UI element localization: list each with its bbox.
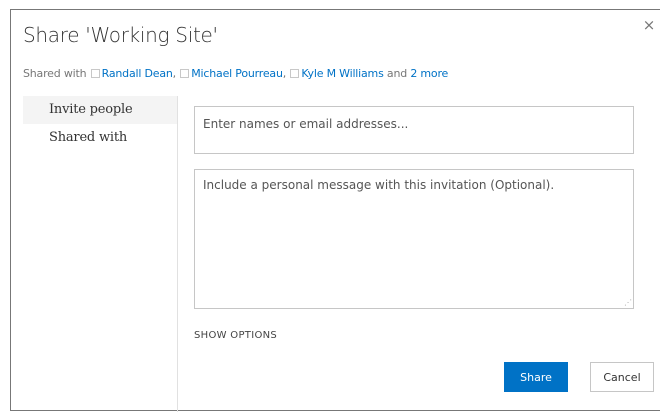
nav-item-shared-with[interactable]: Shared with (23, 124, 177, 152)
separator: , (282, 67, 287, 80)
shared-with-row: Shared with Randall Dean, Michael Pourre… (23, 67, 448, 80)
person-checkbox-icon (290, 69, 300, 78)
share-dialog: Share 'Working Site' × Shared with Randa… (10, 9, 660, 412)
close-icon[interactable]: × (641, 16, 657, 34)
share-button[interactable]: Share (504, 362, 568, 392)
nav-item-invite-people[interactable]: Invite people (23, 96, 177, 124)
shared-person-link[interactable]: Michael Pourreau (191, 67, 283, 80)
share-nav: Invite people Shared with (23, 96, 177, 152)
resize-grip-icon[interactable]: ⋰ (624, 299, 632, 307)
names-input[interactable] (194, 106, 634, 154)
separator: , (172, 67, 177, 80)
dialog-title: Share 'Working Site' (23, 23, 218, 47)
person-checkbox-icon (90, 69, 100, 78)
shared-person-link[interactable]: Kyle M Williams (301, 67, 383, 80)
nav-divider (177, 96, 178, 412)
show-options-link[interactable]: SHOW OPTIONS (194, 330, 277, 341)
shared-with-prefix: Shared with (23, 67, 87, 80)
shared-person-link[interactable]: Randall Dean (102, 67, 173, 80)
and-text: and (383, 67, 411, 80)
personal-message-input[interactable] (194, 169, 634, 309)
cancel-button[interactable]: Cancel (590, 362, 654, 392)
person-checkbox-icon (180, 69, 190, 78)
more-people-link[interactable]: 2 more (410, 67, 448, 80)
